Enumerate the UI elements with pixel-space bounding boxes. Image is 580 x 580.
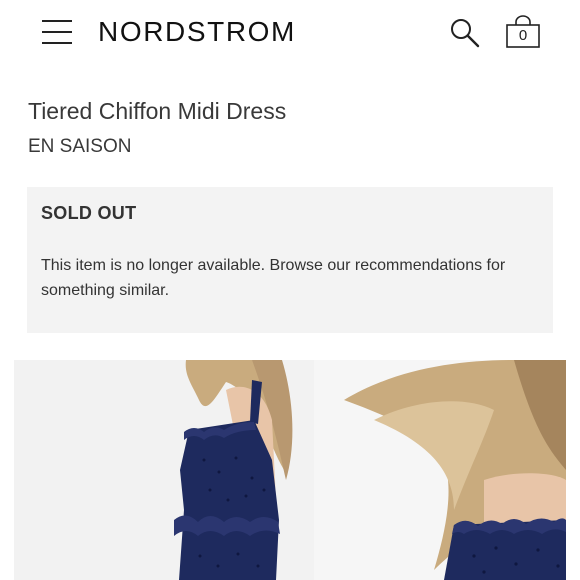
hamburger-menu-icon <box>42 20 72 22</box>
product-image-1[interactable] <box>14 360 314 580</box>
sold-out-message: This item is no longer available. Browse… <box>41 257 506 299</box>
menu-button[interactable] <box>42 19 72 45</box>
sold-out-notice: SOLD OUT This item is no longer availabl… <box>27 187 553 333</box>
product-brand[interactable]: EN SAISON <box>28 134 131 160</box>
search-icon <box>451 19 480 48</box>
menu-icon-bar <box>42 42 72 44</box>
bag-count: 0 <box>518 27 528 44</box>
sold-out-heading: SOLD OUT <box>41 203 137 223</box>
product-images <box>14 360 566 580</box>
site-header: NORDSTROM 0 <box>0 0 580 66</box>
shopping-bag-button[interactable]: 0 <box>505 15 541 51</box>
product-image-2[interactable] <box>314 360 566 580</box>
product-image-gallery[interactable] <box>14 360 566 580</box>
search-button[interactable] <box>449 17 481 49</box>
nordstrom-logo[interactable]: NORDSTROM <box>98 14 296 50</box>
menu-icon-bar <box>42 31 72 33</box>
product-title: Tiered Chiffon Midi Dress <box>28 98 287 124</box>
